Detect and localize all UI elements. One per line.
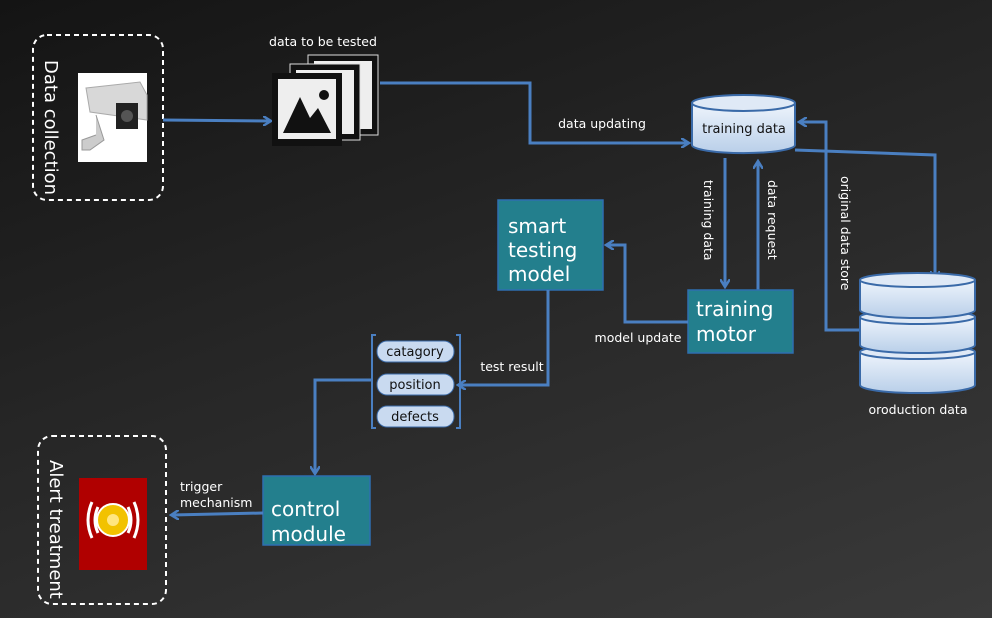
trigger-label-line2: mechanism <box>180 495 252 510</box>
alert-treatment-label: Alert treatment <box>45 460 66 599</box>
svg-text:smart: smart <box>508 214 566 238</box>
data-to-be-tested-label: data to be tested <box>269 34 377 49</box>
image-stack-icon <box>272 54 379 146</box>
test-result-list: catagory position defects <box>371 334 461 429</box>
result-position: position <box>389 378 441 393</box>
data-collection-section: Data collection <box>32 34 164 201</box>
result-defects: defects <box>391 410 439 425</box>
model-update-label: model update <box>595 330 682 345</box>
svg-text:testing: testing <box>508 238 577 262</box>
original-data-store-label: original data store <box>838 176 853 291</box>
svg-text:model: model <box>508 262 570 286</box>
result-category: catagory <box>386 345 444 360</box>
production-data-label: oroduction data <box>869 402 968 417</box>
data-request-label: data request <box>765 180 780 260</box>
data-updating-label: data updating <box>558 116 646 131</box>
training-data-database-icon: training data <box>691 94 796 155</box>
svg-text:control: control <box>271 497 340 521</box>
svg-text:module: module <box>271 522 346 546</box>
smart-testing-model-node: smart testing model <box>497 199 604 291</box>
alarm-light-icon <box>79 478 147 570</box>
security-camera-icon <box>78 73 148 162</box>
alert-treatment-section: Alert treatment <box>37 435 167 605</box>
training-data-node-label: training data <box>702 122 786 137</box>
test-result-label: test result <box>480 359 543 374</box>
production-data-database-icon <box>859 272 976 395</box>
diagram: Data collection data to be tested data u… <box>32 34 976 605</box>
training-motor-node: training motor <box>687 289 794 354</box>
data-collection-label: Data collection <box>40 60 61 195</box>
training-data-arrow-label: training data <box>701 180 716 261</box>
svg-text:motor: motor <box>696 322 757 346</box>
trigger-label-line1: trigger <box>180 479 223 494</box>
svg-text:training: training <box>696 297 773 321</box>
control-module-node: control module <box>262 475 371 546</box>
